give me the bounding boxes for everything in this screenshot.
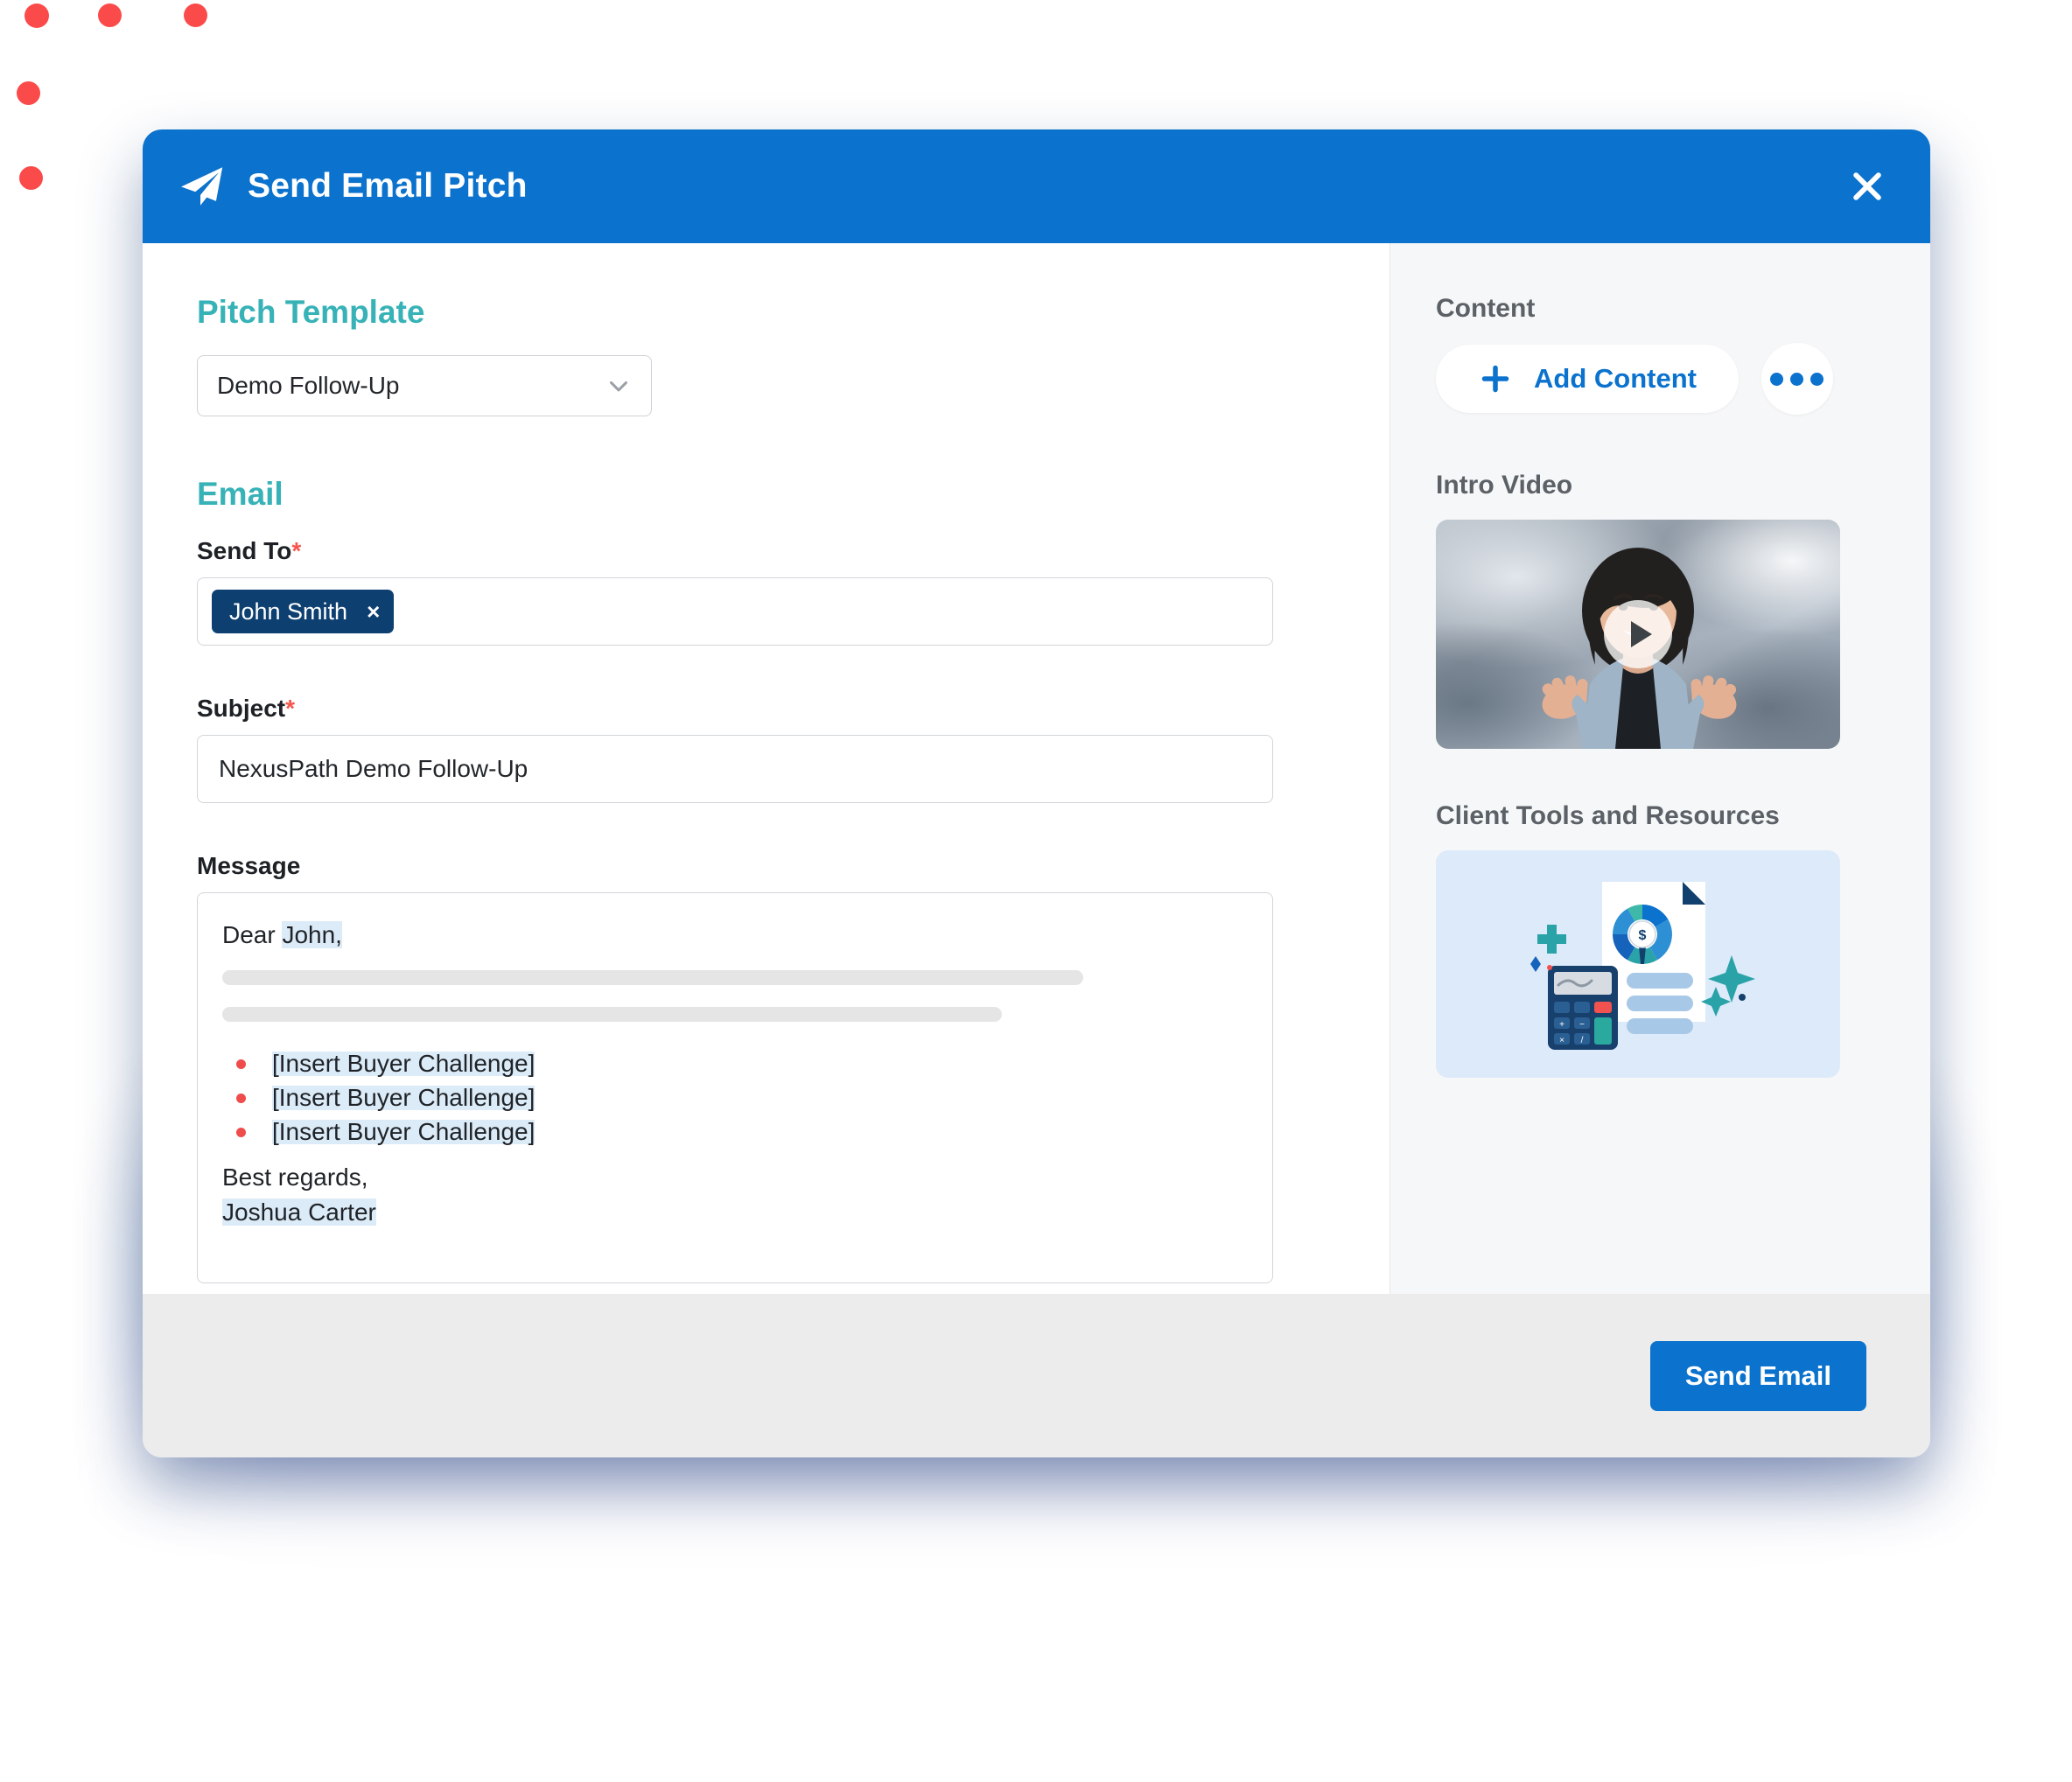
subject-label-text: Subject xyxy=(197,695,286,722)
subject-input[interactable]: NexusPath Demo Follow-Up xyxy=(197,735,1273,803)
dialog-body: Pitch Template Demo Follow-Up Email Send… xyxy=(143,243,1930,1294)
decorative-dot xyxy=(24,3,49,28)
svg-text:×: × xyxy=(1559,1036,1564,1045)
bullet-text-token: [Insert Buyer Challenge] xyxy=(272,1050,536,1077)
message-placeholder-bar xyxy=(222,970,1084,985)
decorative-dot xyxy=(19,166,43,190)
close-icon xyxy=(1853,172,1881,200)
send-to-input[interactable]: John Smith × xyxy=(197,577,1273,646)
message-bullet-item: [Insert Buyer Challenge] xyxy=(222,1086,1248,1110)
pitch-template-heading: Pitch Template xyxy=(197,294,425,330)
bullet-dot-icon xyxy=(236,1059,246,1069)
client-tools-card[interactable]: $ + − × / xyxy=(1436,850,1840,1078)
svg-text:+: + xyxy=(1559,1020,1564,1030)
message-bullet-list: [Insert Buyer Challenge] [Insert Buyer Ch… xyxy=(222,1052,1248,1144)
bullet-text-token: [Insert Buyer Challenge] xyxy=(272,1084,536,1111)
sender-name-token: Joshua Carter xyxy=(222,1198,376,1226)
pitch-template-selected-value: Demo Follow-Up xyxy=(217,372,400,399)
content-actions-row: Add Content xyxy=(1436,343,1930,415)
intro-video-thumbnail[interactable] xyxy=(1436,520,1840,749)
paper-plane-icon xyxy=(181,167,223,206)
content-label: Content xyxy=(1436,294,1536,323)
message-bullet-item: [Insert Buyer Challenge] xyxy=(222,1120,1248,1144)
message-placeholder-bar xyxy=(222,1007,1002,1022)
intro-video-label: Intro Video xyxy=(1436,471,1573,500)
add-content-button[interactable]: Add Content xyxy=(1436,345,1739,413)
send-to-label: Send To* xyxy=(197,537,1390,565)
subject-label: Subject* xyxy=(197,695,1390,723)
decorative-dot xyxy=(17,81,40,105)
greeting-prefix: Dear xyxy=(222,921,283,948)
content-more-button[interactable] xyxy=(1760,343,1833,415)
message-signoff: Best regards, xyxy=(222,1164,368,1191)
dialog-title: Send Email Pitch xyxy=(248,167,528,205)
bullet-text-token: [Insert Buyer Challenge] xyxy=(272,1118,536,1145)
svg-text:$: $ xyxy=(1639,928,1647,943)
message-editor[interactable]: Dear John, [Insert Buyer Challenge] [Inse… xyxy=(197,892,1273,1283)
message-sender: Joshua Carter xyxy=(222,1198,1248,1226)
add-content-label: Add Content xyxy=(1534,363,1697,394)
message-label: Message xyxy=(197,852,301,879)
send-email-pitch-dialog: Send Email Pitch Pitch Template Demo Fol… xyxy=(143,129,1930,1457)
message-bullet-item: [Insert Buyer Challenge] xyxy=(222,1052,1248,1076)
decorative-dot xyxy=(184,3,207,27)
message-placeholder-bars xyxy=(222,970,1248,1022)
decorative-dot xyxy=(98,3,122,27)
subject-value: NexusPath Demo Follow-Up xyxy=(219,755,528,782)
ellipsis-icon xyxy=(1770,372,1784,386)
play-triangle xyxy=(1630,621,1652,647)
screenshot-stage: Send Email Pitch Pitch Template Demo Fol… xyxy=(0,0,2072,1782)
message-greeting: Dear John, xyxy=(222,921,1248,948)
close-button[interactable] xyxy=(1844,164,1890,209)
subject-required-marker: * xyxy=(285,695,296,722)
greeting-name-token: John, xyxy=(282,921,342,948)
send-to-label-text: Send To xyxy=(197,537,292,564)
dialog-footer: Send Email xyxy=(143,1294,1930,1457)
send-to-required-marker: * xyxy=(291,537,302,564)
svg-text:−: − xyxy=(1579,1020,1585,1030)
dialog-bottom-fade xyxy=(52,1417,2021,1758)
remove-recipient-icon[interactable]: × xyxy=(367,598,380,625)
ellipsis-icon xyxy=(1790,372,1804,386)
ellipsis-icon xyxy=(1810,372,1824,386)
client-tools-label: Client Tools and Resources xyxy=(1436,801,1780,830)
svg-text:/: / xyxy=(1581,1036,1584,1045)
financial-report-calculator-illustration: $ + − × / xyxy=(1530,881,1755,1050)
email-form-pane: Pitch Template Demo Follow-Up Email Send… xyxy=(143,243,1390,1294)
dialog-titlebar: Send Email Pitch xyxy=(143,129,1930,243)
bullet-dot-icon xyxy=(236,1127,246,1137)
content-sidebar: Content Add Content Intro Video Client T… xyxy=(1390,243,1930,1294)
plus-icon xyxy=(1481,365,1509,393)
play-icon[interactable] xyxy=(1604,600,1672,668)
chevron-down-icon xyxy=(610,381,627,392)
recipient-name: John Smith xyxy=(229,597,348,625)
pitch-template-select[interactable]: Demo Follow-Up xyxy=(197,355,652,416)
send-email-button[interactable]: Send Email xyxy=(1649,1340,1866,1411)
bullet-dot-icon xyxy=(236,1093,246,1103)
recipient-token[interactable]: John Smith × xyxy=(212,590,395,633)
email-section-heading: Email xyxy=(197,476,284,512)
